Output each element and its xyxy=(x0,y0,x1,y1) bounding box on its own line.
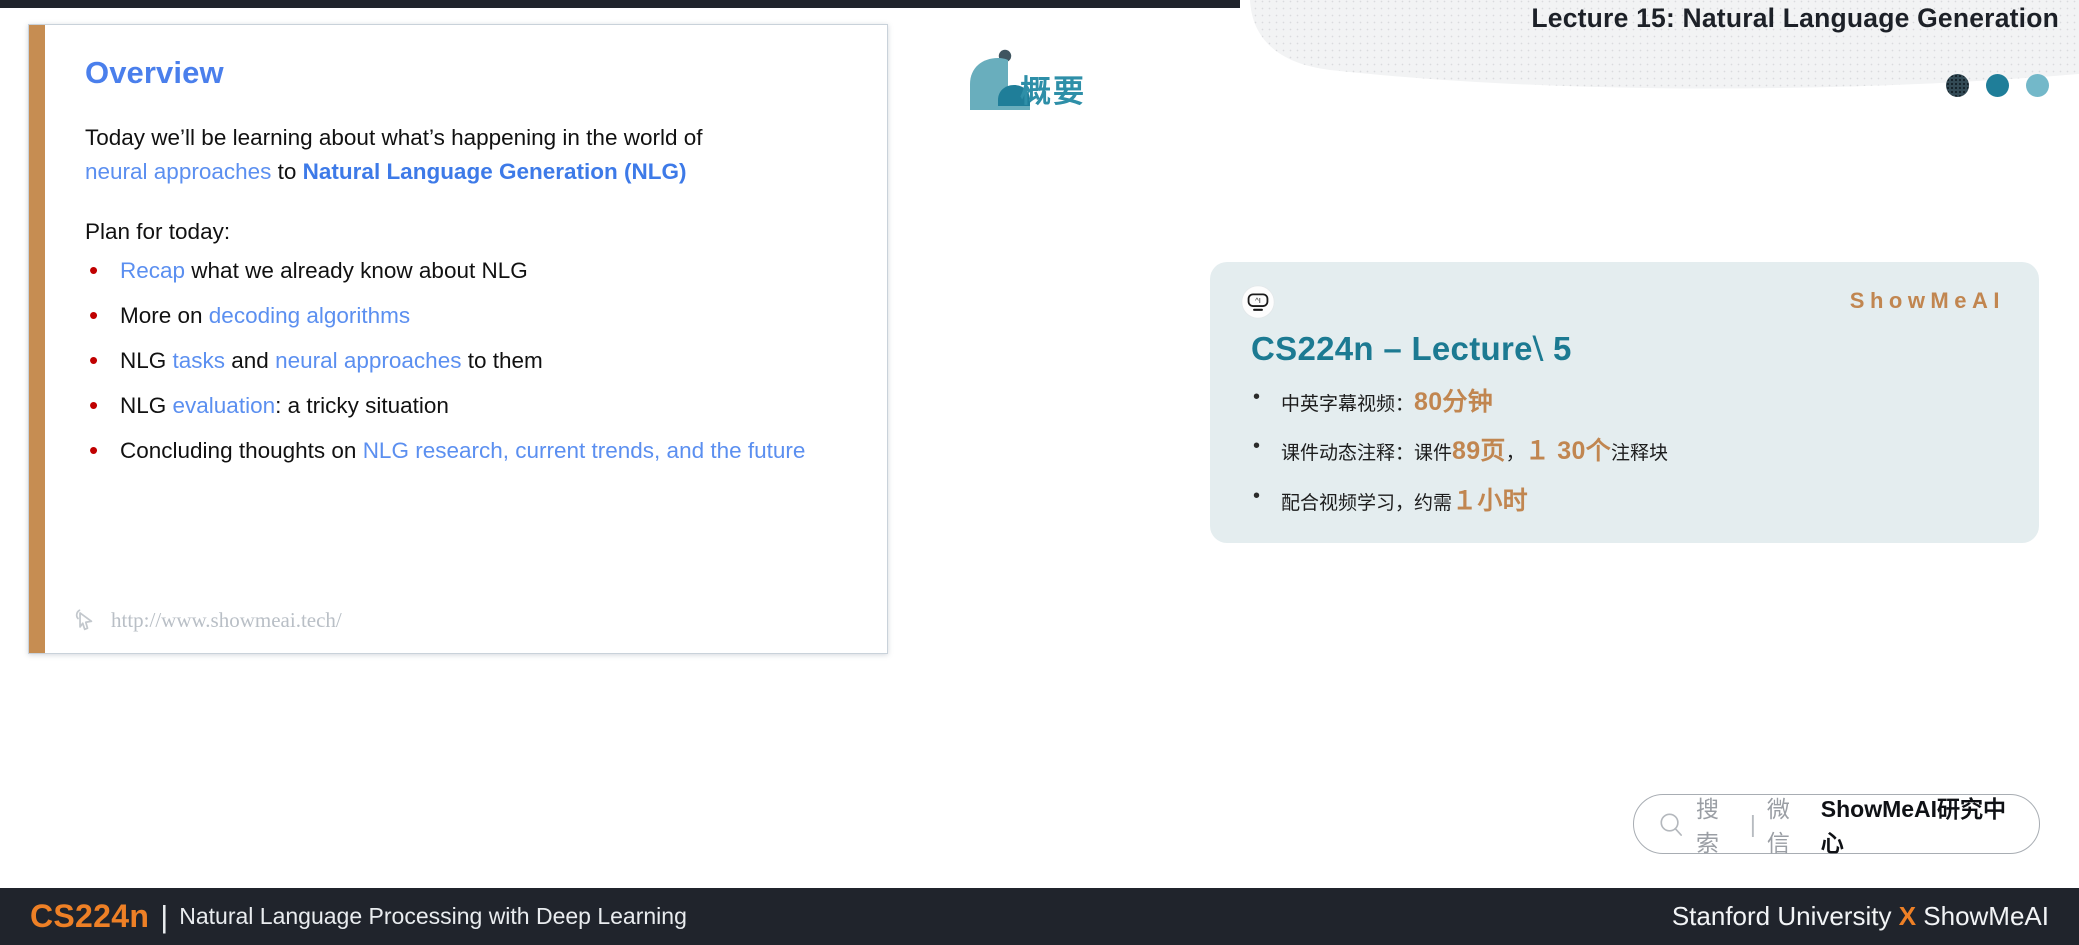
card-item-1-post: 注释块 xyxy=(1611,443,1669,465)
footer-right-pre: Stanford University xyxy=(1671,901,1899,931)
list-item: 中英字幕视频：80分钟 xyxy=(1251,385,2005,418)
card-bullet-list: 中英字幕视频：80分钟 课件动态注释：课件89页，１ 30个注释块 配合视频学习… xyxy=(1251,385,2005,517)
card-item-0-highlight: 80分钟 xyxy=(1414,388,1494,416)
lead-line1: Today we’ll be learning about what’s hap… xyxy=(85,125,703,150)
bullet-3-black1: NLG xyxy=(120,393,173,419)
dot-halftone-icon xyxy=(1946,74,1969,97)
bullet-4-black: Concluding thoughts on xyxy=(120,438,363,464)
bullet-3-black2: : a tricky situation xyxy=(275,393,449,419)
slide-accent-bar xyxy=(29,25,45,653)
top-strip xyxy=(0,0,1240,8)
plan-bullet-list: Recap what we already know about NLG Mor… xyxy=(85,253,863,467)
watermark-url: http://www.showmeai.tech/ xyxy=(111,607,342,632)
footer-bar: CS224n | Natural Language Processing wit… xyxy=(0,888,2079,945)
card-item-1-mid: ， xyxy=(1505,443,1525,465)
search-icon xyxy=(1660,812,1682,836)
bullet-2-black2: and xyxy=(225,348,276,374)
lead-nlg: Natural Language Generation (NLG) xyxy=(302,159,687,185)
slide-lead-paragraph: Today we’ll be learning about what’s hap… xyxy=(85,121,863,189)
lead-to: to xyxy=(271,159,303,185)
dot-light-icon xyxy=(2026,74,2049,97)
bullet-1-black: More on xyxy=(120,303,209,329)
svg-text:^I: ^I xyxy=(1255,296,1261,305)
card-title: CS224n – Lecture⧵ 5 xyxy=(1251,330,1572,367)
plan-heading: Plan for today: xyxy=(85,219,231,245)
card-item-1-pre: 课件动态注释：课件 xyxy=(1281,443,1453,465)
bullet-1-blue: decoding algorithms xyxy=(208,303,411,329)
search-divider: | xyxy=(1749,810,1756,837)
ai-robot-icon: ^I xyxy=(1241,285,1275,319)
list-item: 配合视频学习，约需１小时 xyxy=(1251,483,2005,517)
bullet-2-blue1: tasks xyxy=(172,348,226,374)
section-heading-cn: 概要 xyxy=(1020,74,1086,109)
search-account: ShowMeAI研究中心 xyxy=(1820,796,2007,856)
footer-x: X xyxy=(1898,901,1917,931)
bullet-3-blue: evaluation xyxy=(172,393,276,419)
lecture-header-title: Lecture 15: Natural Language Generation xyxy=(1531,3,2059,33)
slide-canvas: Overview Today we’ll be learning about w… xyxy=(0,0,2079,945)
cursor-icon xyxy=(75,609,93,631)
search-bar[interactable]: 搜索 | 微信 ShowMeAI研究中心 xyxy=(1633,794,2040,856)
card-item-0-pre: 中英字幕视频： xyxy=(1281,394,1415,415)
page-title: Overview xyxy=(85,55,224,90)
list-item: More on decoding algorithms xyxy=(85,298,863,332)
card-item-2-pre: 配合视频学习，约需 xyxy=(1281,492,1453,514)
list-item: NLG evaluation: a tricky situation xyxy=(85,388,863,422)
slide-content: Overview Today we’ll be learning about w… xyxy=(85,55,863,641)
list-item: Recap what we already know about NLG xyxy=(85,253,863,287)
lead-neural-approaches: neural approaches xyxy=(85,159,272,185)
bullet-2-black3: to them xyxy=(461,348,543,374)
footer-course-name: Natural Language Processing with Deep Le… xyxy=(179,903,687,929)
footer-right-post: ShowMeAI xyxy=(1916,901,2049,931)
dot-solid-icon xyxy=(1986,74,2009,97)
bullet-0-black: what we already know about NLG xyxy=(185,258,528,284)
lecture-slide: Overview Today we’ll be learning about w… xyxy=(28,24,888,654)
list-item: NLG tasks and neural approaches to them xyxy=(85,343,863,377)
search-channel: 微信 xyxy=(1766,796,1790,856)
list-item: 课件动态注释：课件89页，１ 30个注释块 xyxy=(1251,434,2005,467)
watermark: http://www.showmeai.tech/ xyxy=(73,607,342,633)
card-brand: ShowMeAI xyxy=(1849,288,2005,313)
list-item: Concluding thoughts on NLG research, cur… xyxy=(85,433,863,467)
bullet-2-black1: NLG xyxy=(120,348,173,374)
bullet-4-blue: NLG research, current trends, and the fu… xyxy=(362,438,806,464)
dots-decoration xyxy=(1946,74,2049,97)
bullet-2-blue2: neural approaches xyxy=(275,348,462,374)
card-item-2-highlight: １小时 xyxy=(1452,486,1528,515)
bullet-0-blue: Recap xyxy=(120,258,186,284)
card-item-1-highlight2: １ 30个 xyxy=(1524,437,1612,466)
footer-divider: | xyxy=(160,898,169,934)
card-item-1-highlight: 89页 xyxy=(1452,437,1506,466)
footer-course-code: CS224n xyxy=(30,898,150,934)
info-card: ^I ShowMeAI CS224n – Lecture⧵ 5 中英字幕视频：8… xyxy=(1210,262,2039,543)
search-placeholder: 搜索 xyxy=(1696,796,1719,856)
footer-left: CS224n | Natural Language Processing wit… xyxy=(30,898,687,935)
footer-right: Stanford University X ShowMeAI xyxy=(1672,901,2049,932)
